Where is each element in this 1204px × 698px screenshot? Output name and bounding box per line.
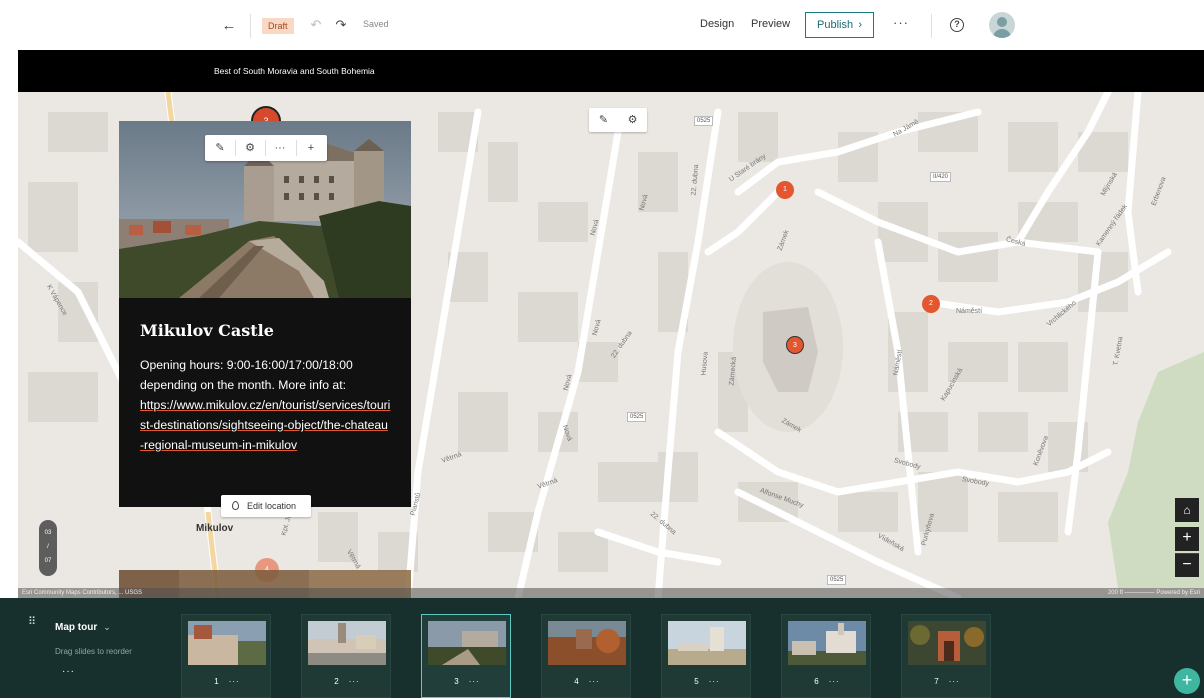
save-status: Saved [363,19,389,29]
slide-link[interactable]: https://www.mikulov.cz/en/tourist/servic… [140,395,392,455]
slide-thumbnail[interactable]: 5 ··· [661,614,751,698]
arrow-left-icon: ← [221,17,237,34]
slide-thumbnail-active[interactable]: 3 ··· [421,614,511,698]
scale-bar: 200 ft ⎯⎯⎯⎯⎯⎯⎯⎯⎯⎯ Powered by Esri [1107,590,1200,596]
street-label: Náměstí [956,308,983,315]
slide-options-button[interactable]: ··· [589,677,600,686]
slide-number: 5 [694,677,699,686]
slide-counter-current: 03 [44,530,52,536]
slide-counter-separator: / [47,544,49,550]
strip-more-button[interactable]: ··· [62,666,75,677]
route-badge: 0525 [627,412,647,422]
slide-thumbnail-image [308,621,386,665]
slide-card[interactable]: ✎ ⚙ ··· + Mikulov Castle Opening hours: … [119,121,411,507]
user-avatar-icon[interactable] [989,12,1015,38]
slide-thumbnail-image [548,621,626,665]
map-attribution: Esri Community Maps Contributors, ... US… [18,588,1204,598]
undo-icon[interactable]: ↶ [308,16,324,34]
slide-options-button[interactable]: ··· [949,677,960,686]
design-button[interactable]: Design [700,18,734,30]
story-builder: ← Draft ↶ ↷ Saved Design Preview Publish… [0,0,1204,698]
map-tour-menu[interactable]: Map tour ⌄ [55,622,111,633]
map-marker[interactable]: 1 [776,181,794,199]
back-button[interactable]: ← [219,16,239,36]
toolbar-divider [931,14,932,38]
slide-options-button[interactable]: ··· [229,677,240,686]
more-icon[interactable]: ··· [265,135,295,161]
slide-thumbnail[interactable]: 7 ··· [901,614,991,698]
toolbar-divider [250,14,251,38]
reorder-hint: Drag slides to reorder [55,647,132,656]
place-label: Mikulov [196,523,234,534]
slide-counter-total: 07 [44,558,52,564]
draft-badge: Draft [262,18,294,34]
add-slide-button[interactable]: + [1174,668,1200,694]
map-tools: ✎ ⚙ [589,108,647,132]
map-marker[interactable]: 3 [786,336,804,354]
slide-body[interactable]: Opening hours: 9:00-16:00/17:00/18:00 de… [140,355,392,455]
slide-thumbnail-image [428,621,506,665]
attribution-text: Esri Community Maps Contributors, ... US… [22,590,143,596]
edit-location-label: Edit location [247,501,297,511]
chevron-down-icon: ⌄ [103,622,111,632]
slide-number: 7 [934,677,939,686]
slide-number: 1 [214,677,219,686]
slide-number: 2 [334,677,339,686]
slide-number: 6 [814,677,819,686]
slide-heading[interactable]: Mikulov Castle [140,321,274,340]
slide-thumbnail[interactable]: 6 ··· [781,614,871,698]
story-title[interactable]: Best of South Moravia and South Bohemia [214,66,375,76]
redo-icon[interactable]: ↷ [333,16,349,34]
chevron-right-icon: › [858,19,862,31]
pencil-icon[interactable]: ✎ [589,108,618,132]
route-badge: 0525 [694,116,714,126]
edit-location-button[interactable]: Edit location [221,495,311,517]
slide-body-text: Opening hours: 9:00-16:00/17:00/18:00 de… [140,358,353,392]
slide-toolbar: ✎ ⚙ ··· + [205,135,327,161]
gear-icon[interactable]: ⚙ [235,135,265,161]
zoom-in-button[interactable]: + [1175,527,1199,551]
preview-button[interactable]: Preview [751,18,790,30]
slide-strip: ⠿ Map tour ⌄ Drag slides to reorder ··· 1… [0,598,1204,698]
slide-thumbnail[interactable]: 4 ··· [541,614,631,698]
slide-options-button[interactable]: ··· [469,677,480,686]
slide-options-button[interactable]: ··· [829,677,840,686]
slide-thumbnail[interactable]: 2 ··· [301,614,391,698]
gear-icon[interactable]: ⚙ [618,108,647,132]
route-badge: 0525 [827,575,847,585]
slide-thumbnail[interactable]: 1 ··· [181,614,271,698]
slide-thumbnail-image [788,621,866,665]
question-circle-icon[interactable]: ? [950,18,964,32]
story-header: Best of South Moravia and South Bohemia [18,50,1204,92]
slide-number: 4 [574,677,579,686]
slide-thumbnail-image [668,621,746,665]
home-icon[interactable]: ⌂ [1175,498,1199,522]
zoom-out-button[interactable]: − [1175,553,1199,577]
slide-thumbnail-image [188,621,266,665]
slide-options-button[interactable]: ··· [709,677,720,686]
publish-button[interactable]: Publish › [805,12,874,38]
builder-toolbar: ← Draft ↶ ↷ Saved Design Preview Publish… [0,0,1204,50]
slide-counter: 03 / 07 [39,520,57,576]
slide-options-button[interactable]: ··· [349,677,360,686]
slide-number: 3 [454,677,459,686]
map-marker[interactable]: 2 [922,295,940,313]
route-badge: II/420 [930,172,952,182]
map-view[interactable]: K Vápence Nová Nová Nová Nová Nová 22. d… [18,92,1204,598]
map-pin-icon [232,501,239,510]
drag-handle-icon[interactable]: ⠿ [28,617,37,628]
publish-label: Publish [817,19,854,31]
slide-thumbnail-image [908,621,986,665]
more-options-button[interactable]: ··· [893,15,909,30]
add-icon[interactable]: + [296,135,326,161]
pencil-icon[interactable]: ✎ [205,135,235,161]
map-tour-title: Map tour [55,622,98,633]
